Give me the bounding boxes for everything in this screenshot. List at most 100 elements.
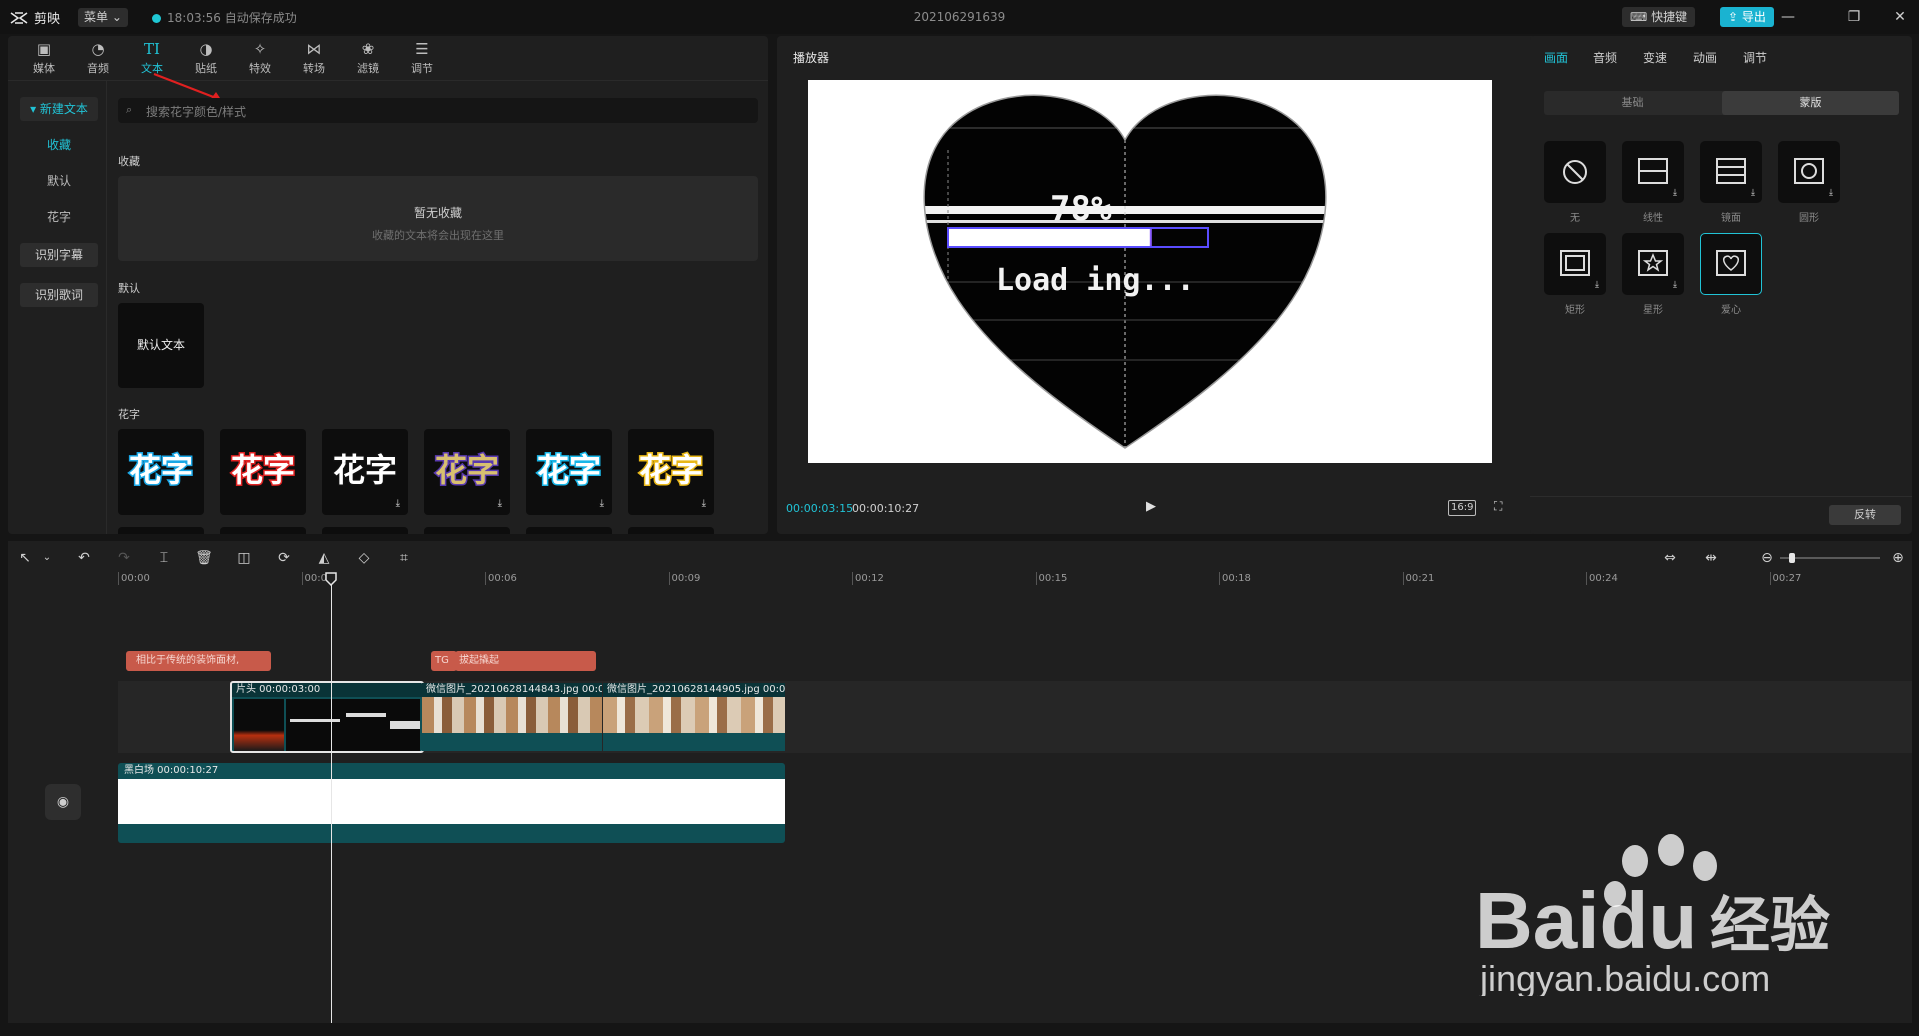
mask-mirror[interactable]: ⤓ 镜面	[1700, 141, 1762, 224]
crop-icon[interactable]: ⌗	[395, 549, 413, 567]
nav-fancy[interactable]: 花字	[20, 205, 98, 229]
fancy-text-tile[interactable]: 花字	[220, 429, 306, 515]
timeline-toolbar	[8, 541, 1912, 575]
text-clip-2-tag[interactable]: TG	[431, 651, 457, 671]
tab-media[interactable]: ▣ 媒体	[18, 40, 70, 76]
tool-tabs: ▣ 媒体 ◔ 音频 TI 文本 ◑ 贴纸 ✧ 特效 ⋈ 转场 ❀ 滤镜 ☰ 调节	[8, 36, 768, 81]
link-icon[interactable]: ⇹	[1702, 549, 1720, 567]
ruler-label: 00:06	[488, 573, 517, 584]
mask-label: 无	[1570, 213, 1580, 224]
playhead-line[interactable]	[331, 573, 332, 1023]
tab-adjust[interactable]: ☰ 调节	[396, 40, 448, 76]
minimize-icon[interactable]: —	[1776, 7, 1800, 27]
tab-effects[interactable]: ✧ 特效	[234, 40, 286, 76]
fancy-text-tile[interactable]	[424, 527, 510, 534]
reverse-button[interactable]: 反转	[1829, 505, 1901, 525]
nav-favorites[interactable]: 收藏	[20, 133, 98, 157]
aspect-ratio-button[interactable]: 16:9	[1448, 500, 1477, 516]
search-input[interactable]	[144, 98, 748, 125]
default-text-tile[interactable]: 默认文本	[118, 303, 204, 388]
zoom-slider-thumb[interactable]	[1789, 553, 1795, 563]
fancy-text-tile[interactable]: 花字	[118, 429, 204, 515]
mask-heart[interactable]: 爱心	[1700, 233, 1762, 316]
track-mute-icon[interactable]: ◉	[45, 784, 81, 820]
video-preview[interactable]: 78% Load ing...	[808, 80, 1492, 463]
mirror-icon[interactable]: ◭	[315, 549, 333, 567]
ruler-tick	[301, 572, 303, 585]
redo-icon[interactable]: ↷	[115, 549, 133, 567]
playhead-handle-icon[interactable]	[325, 572, 337, 586]
select-cursor-icon[interactable]: ↖	[16, 549, 34, 567]
tab-audio[interactable]: ◔ 音频	[72, 40, 124, 76]
chevron-down-icon[interactable]: ⌄	[38, 549, 56, 567]
delete-icon[interactable]: 🗑	[195, 549, 213, 567]
mask-segment-control: 基础 蒙版	[1544, 91, 1899, 115]
fancy-text-tile[interactable]	[628, 527, 714, 534]
snap-icon[interactable]: ⇔	[1661, 549, 1679, 567]
shortcut-button[interactable]: ⌨ 快捷键	[1622, 7, 1696, 27]
clip-thumbnail	[422, 697, 602, 733]
fancy-text-tile[interactable]	[118, 527, 204, 534]
fancy-text-tile[interactable]	[220, 527, 306, 534]
segment-mask[interactable]: 蒙版	[1722, 91, 1899, 115]
undo-icon[interactable]: ↶	[75, 549, 93, 567]
tab-transition[interactable]: ⋈ 转场	[288, 40, 340, 76]
tab-animation[interactable]: 动画	[1693, 49, 1717, 66]
close-icon[interactable]: ✕	[1888, 7, 1912, 27]
tab-prop-adjust[interactable]: 调节	[1743, 49, 1767, 66]
zoom-in-icon[interactable]: ⊕	[1889, 549, 1907, 567]
mask-rectangle-thumb: ⤓	[1544, 233, 1606, 295]
ruler-tick	[1402, 572, 1404, 585]
tab-label: 转场	[303, 62, 325, 75]
thumb-detail	[346, 713, 386, 717]
tab-canvas[interactable]: 画面	[1544, 49, 1568, 66]
zoom-slider[interactable]	[1780, 557, 1880, 559]
export-button[interactable]: ⇪ 导出	[1720, 7, 1774, 27]
ruler-tick	[1035, 572, 1037, 585]
nav-recognize-subtitles[interactable]: 识别字幕	[20, 243, 98, 267]
adjustment-clip-bw[interactable]: 黑白场 00:00:10:27	[118, 763, 785, 843]
video-clip-intro[interactable]: 片头 00:00:03:00	[230, 681, 424, 753]
zoom-out-icon[interactable]: ⊖	[1758, 549, 1776, 567]
mask-label: 爱心	[1721, 305, 1741, 316]
ruler-tick	[1586, 572, 1587, 585]
text-clip-2[interactable]: 拔起撬起	[455, 651, 596, 671]
fancy-text-tile[interactable]: 花字 ⤓	[424, 429, 510, 515]
mask-none[interactable]: 无	[1544, 141, 1606, 224]
keyboard-icon: ⌨	[1630, 10, 1652, 24]
rotate-icon[interactable]: ◇	[355, 549, 373, 567]
tab-filter[interactable]: ❀ 滤镜	[342, 40, 394, 76]
segment-basic[interactable]: 基础	[1544, 91, 1721, 115]
split-icon[interactable]: ⌶	[155, 549, 173, 567]
video-clip-photo-1[interactable]: 微信图片_20210628144843.jpg 00:0	[422, 683, 602, 751]
fancy-text-sample: 花字	[331, 450, 398, 491]
favorites-empty-hint: 收藏的文本将会出现在这里	[372, 229, 504, 242]
fancy-text-tile[interactable]: 花字 ⤓	[526, 429, 612, 515]
nav-default[interactable]: 默认	[20, 169, 98, 193]
text-clip-1[interactable]: 相比于传统的装饰面材,	[126, 651, 271, 671]
nav-recognize-lyrics[interactable]: 识别歌词	[20, 283, 98, 307]
mask-none-thumb	[1544, 141, 1606, 203]
fancy-text-sample: 花字	[535, 450, 602, 491]
thumb-detail	[390, 721, 420, 729]
fancy-text-tile[interactable]: 花字 ⤓	[628, 429, 714, 515]
video-clip-photo-2[interactable]: 微信图片_20210628144905.jpg 00:0	[603, 683, 785, 751]
tab-label: 滤镜	[357, 62, 379, 75]
tab-speed[interactable]: 变速	[1643, 49, 1667, 66]
play-icon[interactable]: ▶	[1142, 498, 1160, 516]
restore-icon[interactable]: ❐	[1842, 7, 1866, 27]
fancy-text-tile[interactable]: 花字 ⤓	[322, 429, 408, 515]
mask-circle[interactable]: ⤓ 圆形	[1778, 141, 1840, 224]
ruler-label: 00:21	[1405, 573, 1435, 584]
fancy-text-tile[interactable]	[322, 527, 408, 534]
mask-linear[interactable]: ⤓ 线性	[1622, 141, 1684, 224]
fancy-text-tile[interactable]	[526, 527, 612, 534]
nav-new-text[interactable]: ▾ 新建文本	[20, 97, 98, 121]
mask-star[interactable]: ⤓ 星形	[1622, 233, 1684, 316]
download-icon: ⤓	[1751, 188, 1755, 198]
tab-prop-audio[interactable]: 音频	[1593, 49, 1617, 66]
fullscreen-icon[interactable]: ⛶	[1494, 499, 1502, 514]
play-loop-icon[interactable]: ⟳	[275, 549, 293, 567]
mask-rectangle[interactable]: ⤓ 矩形	[1544, 233, 1606, 316]
freeze-icon[interactable]: ◫	[235, 549, 253, 567]
